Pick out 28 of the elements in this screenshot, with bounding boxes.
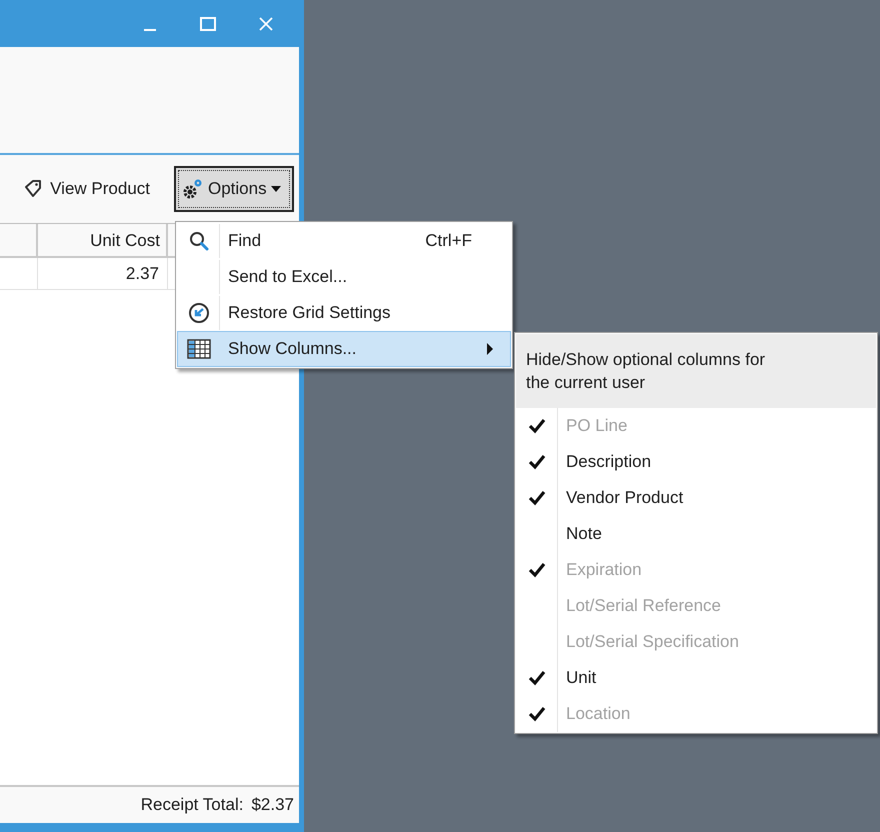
- receipt-total-label: Receipt Total:: [140, 794, 244, 816]
- menu-item[interactable]: Vendor Product: [516, 480, 876, 516]
- column-header[interactable]: Unit Cost: [38, 224, 166, 256]
- options-button[interactable]: Options: [174, 166, 294, 212]
- menu-item[interactable]: Find Ctrl+F: [177, 223, 511, 259]
- menu-item[interactable]: Description: [516, 444, 876, 480]
- menu-item: Lot/Serial Specification: [516, 624, 876, 660]
- menu-item[interactable]: Show Columns...: [177, 331, 511, 367]
- menu-item[interactable]: Restore Grid Settings: [177, 295, 511, 331]
- gears-icon: [182, 178, 204, 200]
- search-icon: [188, 231, 208, 251]
- grid-icon: [187, 339, 211, 359]
- menu-item: PO Line: [516, 408, 876, 444]
- menu-item[interactable]: Unit: [516, 660, 876, 696]
- submenu-header: Hide/Show optional columns for the current user: [526, 349, 766, 394]
- menu-item[interactable]: Send to Excel...: [177, 259, 511, 295]
- menu-item: Location: [516, 696, 876, 732]
- menu-item: Lot/Serial Reference: [516, 588, 876, 624]
- menu-item[interactable]: Note: [516, 516, 876, 552]
- restore-icon: [188, 302, 210, 324]
- maximize-icon: [200, 16, 216, 30]
- close-icon: [259, 16, 273, 30]
- caret-icon: [270, 186, 281, 192]
- table-cell: 2.37: [38, 258, 168, 289]
- menu-item: Expiration: [516, 552, 876, 588]
- receipt-total-value: $2.37: [251, 794, 294, 816]
- view-product-button[interactable]: View Product: [24, 172, 150, 206]
- minimize-icon: [144, 28, 156, 30]
